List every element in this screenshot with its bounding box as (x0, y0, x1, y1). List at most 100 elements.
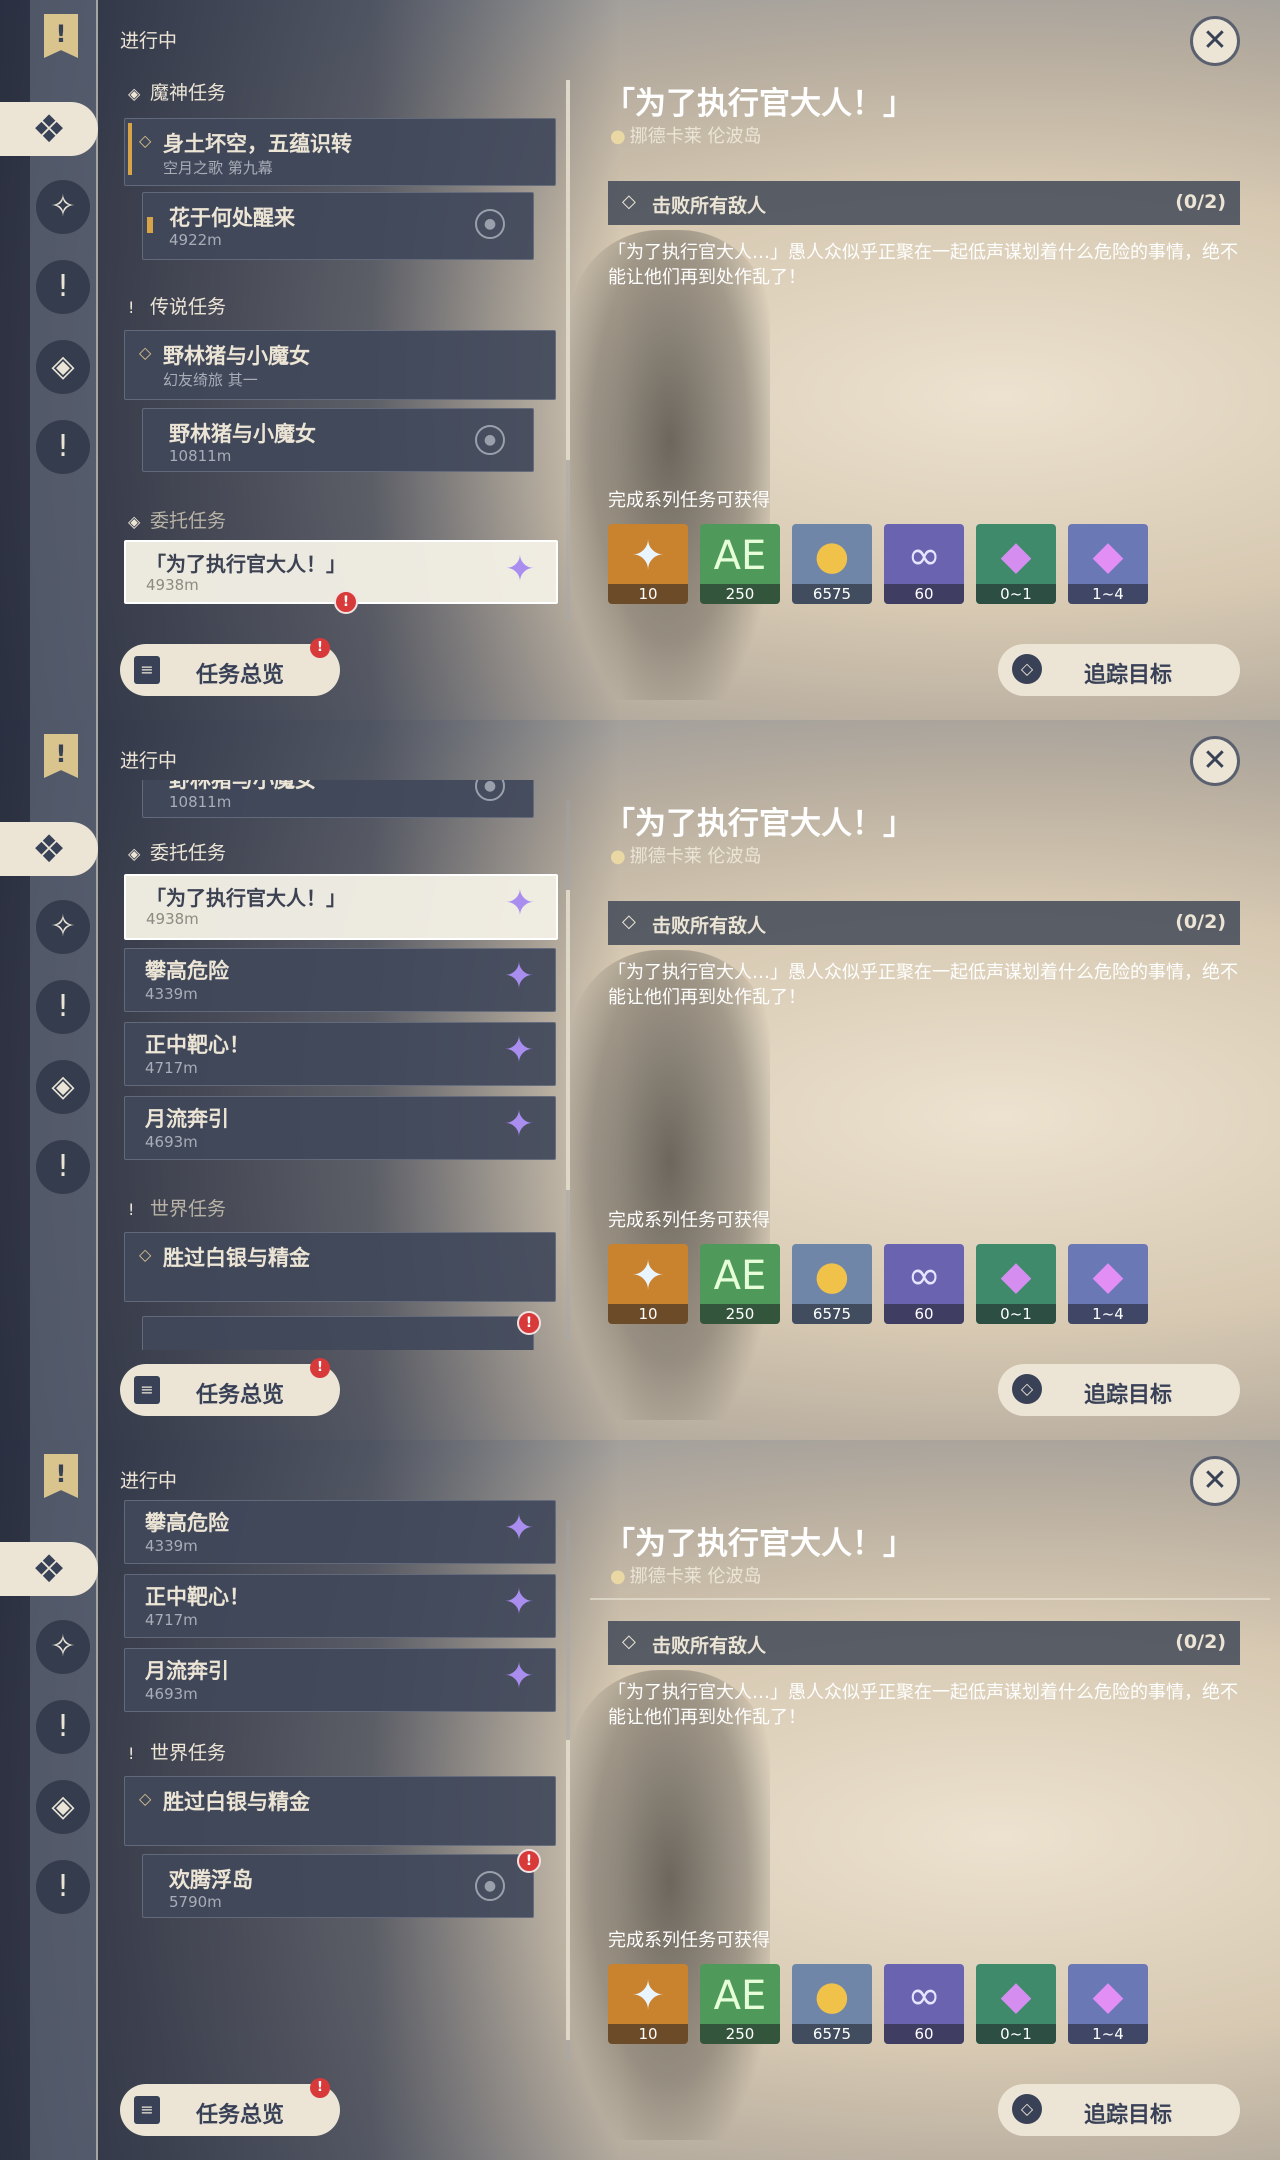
track-target-button[interactable]: ◇ 追踪目标 (998, 1364, 1240, 1416)
scroll-thumb[interactable] (566, 1740, 570, 2040)
reward-companionship-exp[interactable]: ∞ 60 (884, 1964, 964, 2044)
reward-primogem[interactable]: ✦ 10 (608, 524, 688, 604)
all-quests-tab-icon[interactable]: ❖ (0, 1542, 98, 1596)
commission-item[interactable]: 攀高危险 4339m ✦ (124, 1500, 556, 1564)
all-quests-tab-icon[interactable]: ❖ (0, 822, 98, 876)
reward-crystal-purple[interactable]: ◆ 1~4 (1068, 1964, 1148, 2044)
archon-tab-icon[interactable]: ✧ (36, 900, 90, 954)
quest-head-legend[interactable]: ◇ 野林猪与小魔女 幻友绮旅 其一 (124, 330, 556, 400)
map-pin-icon[interactable]: ● (475, 780, 505, 801)
legend-tab-icon[interactable]: ! (36, 260, 90, 314)
quest-step[interactable]: ! (142, 1311, 541, 1350)
quest-step[interactable]: 野林猪与小魔女 10811m ● (142, 408, 534, 472)
reward-crystal-green[interactable]: ◆ 0~1 (976, 1244, 1056, 1324)
quest-selected[interactable]: 「为了执行官大人！」 4938m ✦ (124, 874, 558, 940)
quest-step-title: 野林猪与小魔女 (169, 422, 316, 446)
objective-label: 击败所有敌人 (652, 1635, 767, 1657)
primogem-icon: ✦ (631, 1973, 665, 2019)
reward-primogem[interactable]: ✦ 10 (608, 1244, 688, 1324)
list-scrollbar[interactable] (566, 80, 570, 620)
reward-crystal-purple[interactable]: ◆ 1~4 (1068, 1244, 1148, 1324)
track-target-button[interactable]: ◇ 追踪目标 (998, 2084, 1240, 2136)
commission-tab-icon[interactable]: ◈ (36, 1060, 90, 1114)
all-quests-tab-icon[interactable]: ❖ (0, 102, 98, 156)
commission-tab-icon[interactable]: ◈ (36, 1780, 90, 1834)
list-scrollbar[interactable] (566, 800, 570, 1340)
objective-progress: (0/2) (1175, 911, 1226, 933)
section-world: ! 世界任务 (128, 1738, 226, 1765)
track-target-button[interactable]: ◇ 追踪目标 (998, 644, 1240, 696)
quest-description: 「为了执行官大人…」愚人众似乎正聚在一起低声谋划着什么危险的事情，绝不能让他们再… (608, 962, 1238, 1008)
reward-mora[interactable]: ● 6575 (792, 1244, 872, 1324)
commission-item[interactable]: 正中靶心！ 4717m ✦ (124, 1022, 556, 1086)
mora-icon: ● (814, 1253, 850, 1299)
quest-step[interactable]: 花于何处醒来 4922m ● (142, 192, 534, 260)
quest-head-world[interactable]: ◇ 胜过白银与精金 (124, 1232, 556, 1302)
reward-crystal-green[interactable]: ◆ 0~1 (976, 1964, 1056, 2044)
quest-diamond-icon: ◇ (139, 343, 152, 362)
track-diamond-icon: ◇ (1012, 1374, 1042, 1404)
map-pin-icon[interactable]: ● (475, 1871, 505, 1901)
quest-screen-1: ! ❖ ✧ ! ◈ ! 进行中 ◈ 魔神任务 ◇ 身土坏空，五蕴识转 空月之歌 第… (0, 0, 1280, 720)
quest-step[interactable]: 欢腾浮岛 5790m ● ! (142, 1849, 541, 1918)
scroll-thumb[interactable] (566, 80, 570, 460)
quest-head-world[interactable]: ◇ 胜过白银与精金 (124, 1776, 556, 1846)
location-pin-icon: ● (610, 126, 626, 147)
quest-overview-button[interactable]: ≡ 任务总览 ! (120, 1358, 340, 1416)
reward-primogem[interactable]: ✦ 10 (608, 1964, 688, 2044)
quest-step-distance: 4922m (169, 231, 222, 249)
legend-tab-icon[interactable]: ! (36, 1700, 90, 1754)
scroll-thumb[interactable] (566, 890, 570, 1190)
map-pin-icon[interactable]: ● (475, 209, 505, 239)
reward-adventure-exp[interactable]: AE 250 (700, 1964, 780, 2044)
commission-tab-icon[interactable]: ◈ (36, 340, 90, 394)
overview-icon: ≡ (134, 2096, 160, 2124)
legend-tab-icon[interactable]: ! (36, 980, 90, 1034)
archon-tab-icon[interactable]: ✧ (36, 180, 90, 234)
reward-mora[interactable]: ● 6575 (792, 524, 872, 604)
blurred-character (570, 230, 770, 700)
reward-qty: 60 (884, 1304, 964, 1324)
reward-mora[interactable]: ● 6575 (792, 1964, 872, 2044)
commission-item[interactable]: 正中靶心！ 4717m ✦ (124, 1574, 556, 1638)
reward-companionship-exp[interactable]: ∞ 60 (884, 1244, 964, 1324)
close-icon[interactable]: ✕ (1190, 736, 1240, 786)
quest-location: ● 挪德卡莱 伦波岛 (610, 842, 761, 868)
quest-diamond-icon: ◇ (139, 131, 152, 150)
objective-diamond-icon: ◇ (622, 1631, 636, 1652)
reward-companionship-exp[interactable]: ∞ 60 (884, 524, 964, 604)
in-progress-label: 进行中 (120, 750, 178, 772)
quest-overview-button[interactable]: ≡ 任务总览 ! (120, 2078, 340, 2136)
quest-list: 攀高危险 4339m ✦ 正中靶心！ 4717m ✦ 月流奔引 4693m ✦ … (118, 1500, 558, 2070)
overview-icon: ≡ (134, 656, 160, 684)
reward-crystal-green[interactable]: ◆ 0~1 (976, 524, 1056, 604)
reward-adventure-exp[interactable]: AE 250 (700, 1244, 780, 1324)
reward-adventure-exp[interactable]: AE 250 (700, 524, 780, 604)
quest-distance: 4339m (145, 1537, 198, 1555)
world-tab-icon[interactable]: ! (36, 1860, 90, 1914)
quest-title: 月流奔引 (145, 1659, 229, 1683)
quest-title: 「为了执行官大人！」 (146, 552, 346, 576)
overview-alert-icon: ! (310, 638, 330, 658)
quest-overview-button[interactable]: ≡ 任务总览 ! (120, 638, 340, 696)
quest-list: ◈ 魔神任务 ◇ 身土坏空，五蕴识转 空月之歌 第九幕 花于何处醒来 4922m … (118, 60, 558, 630)
quest-selected[interactable]: 「为了执行官大人！」 4938m ✦ ! (124, 540, 558, 614)
quest-title: 正中靶心！ (145, 1033, 250, 1057)
close-icon[interactable]: ✕ (1190, 1456, 1240, 1506)
reward-crystal-purple[interactable]: ◆ 1~4 (1068, 524, 1148, 604)
list-scrollbar[interactable] (566, 1520, 570, 2060)
map-pin-icon[interactable]: ● (475, 425, 505, 455)
world-tab-icon[interactable]: ! (36, 1140, 90, 1194)
quest-head-archon[interactable]: ◇ 身土坏空，五蕴识转 空月之歌 第九幕 (124, 118, 556, 186)
quest-location-text: 挪德卡莱 伦波岛 (629, 1566, 762, 1587)
crystal-green-icon: ◆ (1000, 1973, 1032, 2019)
quest-step-distance: 5790m (169, 1893, 222, 1911)
section-commission-label: 委托任务 (150, 842, 227, 864)
close-icon[interactable]: ✕ (1190, 16, 1240, 66)
commission-item[interactable]: 月流奔引 4693m ✦ (124, 1648, 556, 1712)
world-tab-icon[interactable]: ! (36, 420, 90, 474)
commission-item[interactable]: 月流奔引 4693m ✦ (124, 1096, 556, 1160)
quest-step[interactable]: 野林猪与小魔女 10811m ● (142, 780, 534, 818)
archon-tab-icon[interactable]: ✧ (36, 1620, 90, 1674)
commission-item[interactable]: 攀高危险 4339m ✦ (124, 948, 556, 1012)
